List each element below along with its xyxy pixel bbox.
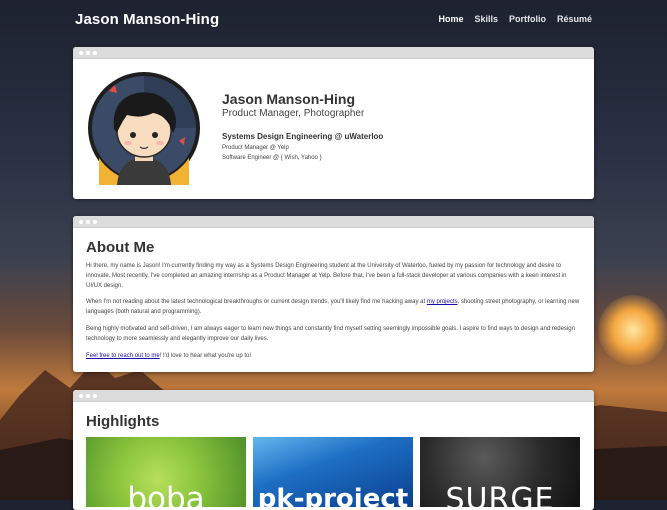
window-dot: [79, 219, 83, 224]
nav-resume[interactable]: Résumé: [557, 14, 592, 24]
contact-link[interactable]: Feel free to reach out to me: [86, 353, 160, 359]
highlight-tile-boba[interactable]: boba: [86, 437, 246, 507]
window-dot: [79, 393, 83, 398]
profile-name: Jason Manson-Hing: [222, 91, 356, 107]
projects-link[interactable]: my projects: [427, 299, 458, 305]
window-bar: [73, 47, 594, 59]
tile-label: pk-project: [257, 484, 409, 507]
window-bar: [73, 216, 594, 228]
highlight-tile-pk-project[interactable]: pk-project: [253, 437, 413, 507]
nav-home[interactable]: Home: [438, 14, 463, 24]
sunset-glow: [598, 295, 667, 365]
about-paragraph: Feel free to reach out to me! I'd love t…: [86, 352, 581, 362]
window-bar: [73, 390, 594, 402]
nav-skills[interactable]: Skills: [474, 14, 498, 24]
profile-card: Jason Manson-Hing Product Manager, Photo…: [73, 47, 594, 199]
profile-title: Product Manager, Photographer: [222, 108, 365, 119]
about-text: ! I'd love to hear what you're up to!: [159, 352, 252, 359]
top-navigation: Jason Manson-Hing Home Skills Portfolio …: [0, 0, 667, 42]
highlight-tile-surge[interactable]: SURGE: [420, 437, 580, 507]
window-dot: [86, 219, 90, 224]
avatar: [88, 72, 200, 185]
about-text: When I'm not reading about the latest te…: [86, 299, 427, 306]
nav-links: Home Skills Portfolio Résumé: [438, 14, 592, 24]
highlight-tiles: boba pk-project SURGE: [86, 437, 580, 507]
window-dot: [79, 50, 83, 55]
tile-label: boba: [127, 481, 205, 508]
window-dot: [86, 393, 90, 398]
tile-label: SURGE: [445, 482, 555, 507]
window-dot: [93, 219, 97, 224]
profile-role: Product Manager @ Yelp: [222, 145, 289, 151]
about-body: Hi there, my name is Jason! I'm currentl…: [86, 262, 581, 368]
window-dot: [86, 50, 90, 55]
about-paragraph: Being highly motivated and self-driven, …: [86, 325, 575, 342]
window-dot: [93, 50, 97, 55]
site-brand[interactable]: Jason Manson-Hing: [75, 11, 219, 28]
about-heading: About Me: [86, 239, 155, 256]
highlights-heading: Highlights: [86, 413, 160, 430]
profile-school: Systems Design Engineering @ uWaterloo: [222, 132, 384, 141]
highlights-card: Highlights boba pk-project SURGE: [73, 390, 594, 510]
about-card: About Me Hi there, my name is Jason! I'm…: [73, 216, 594, 372]
window-dot: [93, 393, 97, 398]
nav-portfolio[interactable]: Portfolio: [509, 14, 546, 24]
profile-role: Software Engineer @ { Wish, Yahoo }: [222, 155, 322, 161]
about-paragraph: When I'm not reading about the latest te…: [86, 298, 581, 318]
about-paragraph: Hi there, my name is Jason! I'm currentl…: [86, 263, 567, 289]
